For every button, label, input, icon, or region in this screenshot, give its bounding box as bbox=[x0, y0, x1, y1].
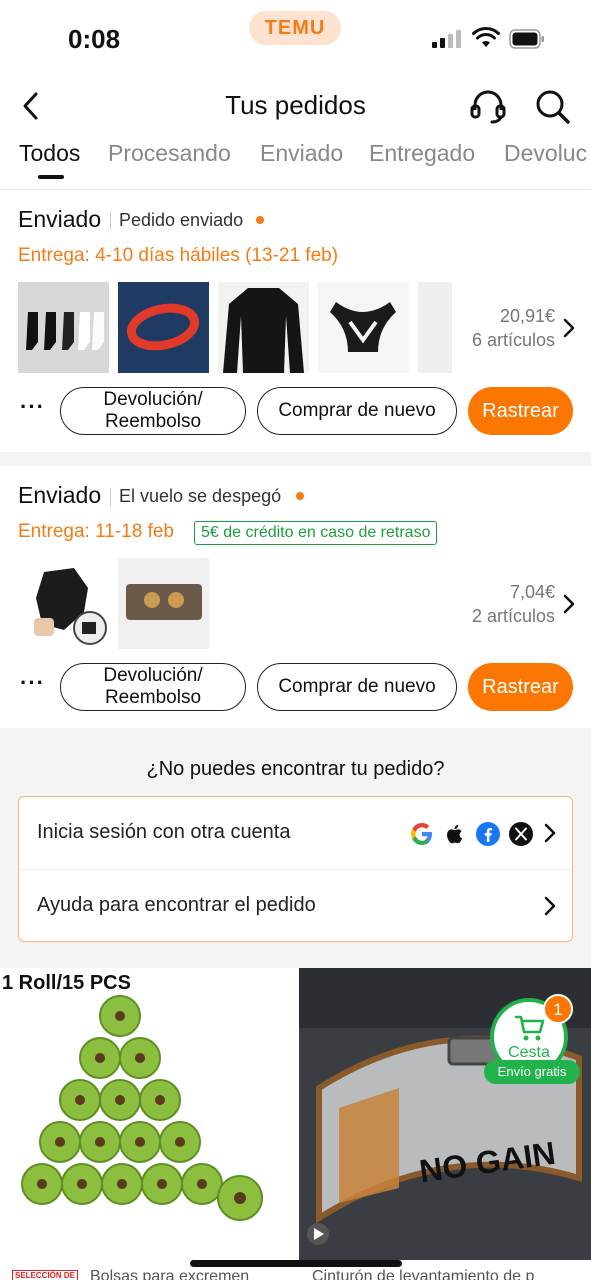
delay-credit-badge: 5€ de crédito en caso de retraso bbox=[194, 521, 438, 545]
status-time: 0:08 bbox=[68, 24, 121, 54]
status-bar: 0:08 TEMU bbox=[0, 0, 591, 78]
order-card-1[interactable]: Enviado Pedido enviado Entrega: 4-10 día… bbox=[0, 190, 591, 452]
order-price: 7,04€ bbox=[509, 582, 555, 602]
buy-again-button[interactable]: Comprar de nuevo bbox=[257, 663, 457, 711]
header: Tus pedidos bbox=[0, 78, 591, 134]
login-other-account-label: Inicia sesión con otra cuenta bbox=[37, 821, 291, 843]
headset-support-icon[interactable] bbox=[468, 86, 508, 126]
order-substatus: Pedido enviado bbox=[119, 210, 244, 230]
login-other-account-row[interactable]: Inicia sesión con otra cuenta bbox=[19, 797, 572, 869]
order-substatus: El vuelo se despegó bbox=[119, 486, 282, 506]
divider bbox=[110, 212, 111, 230]
return-label-line1: Devolución/ bbox=[103, 389, 203, 410]
product-thumb-socks[interactable] bbox=[18, 282, 109, 373]
temu-app-badge[interactable]: TEMU bbox=[249, 11, 341, 45]
product-thumb-shirt[interactable] bbox=[218, 282, 309, 373]
return-refund-button[interactable]: Devolución/ Reembolso bbox=[60, 387, 246, 435]
product-thumb-pet-mat[interactable] bbox=[118, 558, 209, 649]
tab-devoluciones[interactable]: Devoluc bbox=[504, 140, 587, 167]
chevron-right-icon[interactable] bbox=[542, 821, 558, 845]
home-indicator bbox=[190, 1260, 402, 1267]
status-dot bbox=[296, 492, 304, 500]
product-thumb-gloves[interactable] bbox=[18, 558, 109, 649]
chevron-right-icon[interactable] bbox=[542, 894, 558, 918]
wifi-icon bbox=[472, 26, 500, 47]
x-icon[interactable] bbox=[508, 821, 534, 847]
order-item-count: 6 artículos bbox=[471, 330, 555, 350]
product-caption[interactable]: Bolsas para excremen bbox=[90, 1268, 280, 1280]
delivery-estimate: Entrega: 11-18 feb bbox=[18, 521, 174, 542]
track-button[interactable]: Rastrear bbox=[468, 663, 573, 711]
signal-icon bbox=[432, 30, 462, 48]
more-options-button[interactable]: ··· bbox=[20, 672, 48, 700]
order-card-2[interactable]: Enviado El vuelo se despegó Entrega: 11-… bbox=[0, 466, 591, 728]
find-order-help-row[interactable]: Ayuda para encontrar el pedido bbox=[19, 870, 572, 942]
more-options-button[interactable]: ··· bbox=[20, 396, 48, 424]
product-overlay-text: 1 Roll/15 PCS bbox=[2, 972, 131, 994]
help-box: Inicia sesión con otra cuenta Ayuda para… bbox=[18, 796, 573, 942]
section-divider bbox=[0, 452, 591, 466]
google-icon[interactable] bbox=[409, 821, 435, 847]
chevron-right-icon[interactable] bbox=[561, 316, 577, 340]
tab-enviado[interactable]: Enviado bbox=[260, 140, 343, 167]
free-shipping-badge: Envío gratis bbox=[484, 1060, 580, 1084]
status-dot bbox=[256, 216, 264, 224]
product-caption[interactable]: Cinturón de levantamiento de p bbox=[312, 1268, 582, 1280]
tab-todos[interactable]: Todos bbox=[19, 140, 80, 167]
return-label-line2: Reembolso bbox=[104, 411, 202, 432]
cart-count-badge: 1 bbox=[543, 994, 573, 1024]
active-tab-indicator bbox=[38, 175, 64, 179]
delivery-estimate: Entrega: 4-10 días hábiles (13-21 feb) bbox=[18, 245, 339, 266]
divider bbox=[110, 488, 111, 506]
order-status: Enviado bbox=[18, 206, 102, 232]
product-card-poop-bags[interactable]: 1 Roll/15 PCS bbox=[0, 968, 292, 1260]
chevron-right-icon[interactable] bbox=[561, 592, 577, 616]
return-refund-button[interactable]: Devolución/ Reembolso bbox=[60, 663, 246, 711]
find-order-help-label: Ayuda para encontrar el pedido bbox=[37, 894, 316, 916]
cart-icon bbox=[514, 1015, 545, 1041]
buy-again-button[interactable]: Comprar de nuevo bbox=[257, 387, 457, 435]
order-price: 20,91€ bbox=[499, 306, 555, 326]
apple-icon[interactable] bbox=[442, 821, 468, 847]
return-label-line2: Reembolso bbox=[104, 687, 202, 708]
product-thumb-more[interactable] bbox=[418, 282, 452, 373]
tab-entregado[interactable]: Entregado bbox=[369, 140, 475, 167]
product-image-poop-bags bbox=[21, 995, 263, 1221]
product-thumb-posture[interactable] bbox=[318, 282, 409, 373]
tab-procesando[interactable]: Procesando bbox=[108, 140, 231, 167]
order-item-count: 2 artículos bbox=[471, 606, 555, 626]
help-title: ¿No puedes encontrar tu pedido? bbox=[146, 758, 445, 780]
battery-icon bbox=[509, 29, 544, 49]
order-status: Enviado bbox=[18, 482, 102, 508]
selection-badge: SELECCIÓN DE bbox=[12, 1270, 79, 1280]
order-tabs: Todos Procesando Enviado Entregado Devol… bbox=[0, 134, 591, 190]
product-thumb-band[interactable] bbox=[118, 282, 209, 373]
search-icon[interactable] bbox=[532, 86, 572, 126]
return-label-line1: Devolución/ bbox=[103, 665, 203, 686]
facebook-icon[interactable] bbox=[475, 821, 501, 847]
track-button[interactable]: Rastrear bbox=[468, 387, 573, 435]
